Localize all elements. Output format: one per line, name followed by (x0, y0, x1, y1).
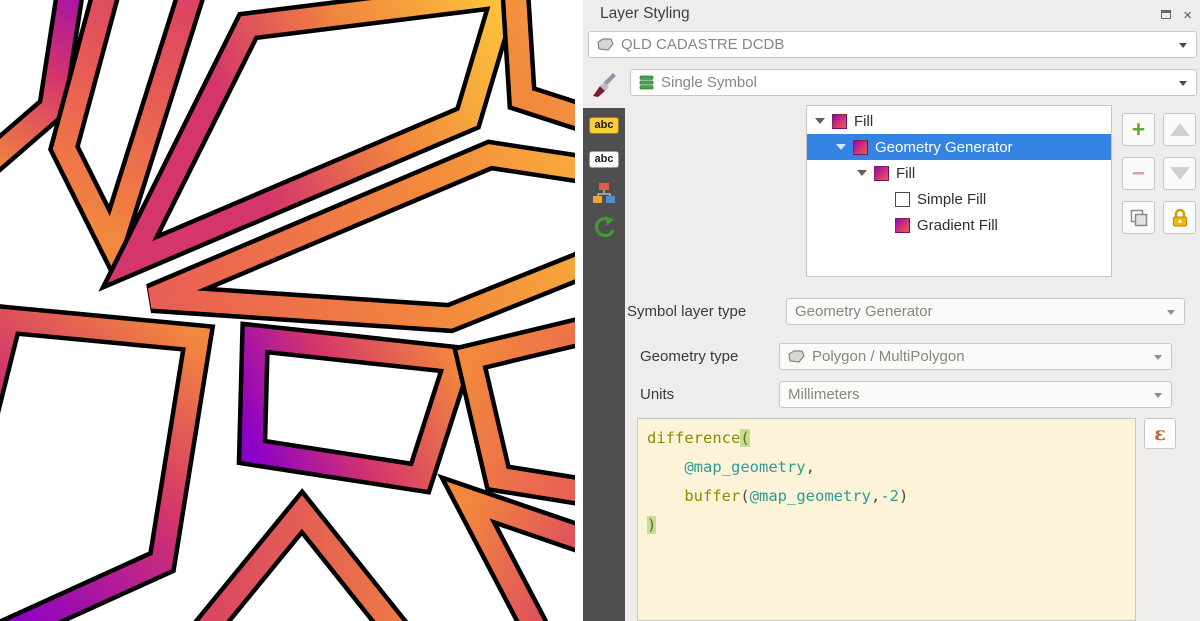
duplicate-symbol-layer-button[interactable] (1122, 201, 1155, 234)
qgis-window: Layer Styling × QLD CADASTRE DCDB (0, 0, 1200, 621)
map-canvas[interactable] (0, 0, 575, 621)
history-arrow-icon (592, 216, 616, 238)
map-svg (0, 0, 575, 621)
code-line: buffer(@map_geometry,-2) (647, 482, 1135, 511)
styling-tabstrip: abc abc (583, 62, 625, 621)
geometry-type-select[interactable]: Polygon / MultiPolygon (779, 343, 1172, 370)
paintbrush-icon (591, 72, 617, 98)
labels-icon: abc (589, 117, 619, 134)
symbol-swatch (874, 166, 889, 181)
dock-buttons: × (1161, 6, 1192, 24)
geometry-type-value: Polygon / MultiPolygon (812, 348, 965, 365)
symbol-swatch (853, 140, 868, 155)
renderer-selector[interactable]: Single Symbol (630, 69, 1197, 96)
tree-item-fill[interactable]: Fill (807, 108, 1111, 134)
tree-item-gradient-fill[interactable]: Gradient Fill (807, 212, 1111, 238)
symbol-tree[interactable]: FillGeometry GeneratorFillSimple FillGra… (806, 105, 1112, 277)
lock-icon (1171, 208, 1189, 228)
symbol-swatch (895, 218, 910, 233)
tree-item-geometry-generator[interactable]: Geometry Generator (807, 134, 1111, 160)
code-line: @map_geometry, (647, 453, 1135, 482)
expander-icon[interactable] (836, 144, 846, 150)
chevron-down-icon (1179, 43, 1187, 48)
remove-symbol-layer-button[interactable]: − (1122, 157, 1155, 190)
renderer-selector-value: Single Symbol (661, 74, 757, 91)
symbol-swatch (895, 192, 910, 207)
code-line: ) (647, 511, 1135, 540)
chevron-down-icon (1154, 355, 1162, 360)
tree-item-label: Simple Fill (917, 191, 986, 208)
single-symbol-icon (639, 75, 654, 90)
expression-editor[interactable]: difference( @map_geometry, buffer(@map_g… (637, 418, 1136, 621)
add-symbol-layer-button[interactable]: + (1122, 113, 1155, 146)
chevron-down-icon (1167, 310, 1175, 315)
tree-item-label: Fill (896, 165, 915, 182)
symbol-layer-type-select[interactable]: Geometry Generator (786, 298, 1185, 325)
tab-masks[interactable]: abc (583, 142, 625, 176)
arrow-down-icon (1170, 167, 1190, 180)
units-select[interactable]: Millimeters (779, 381, 1172, 408)
layer-styling-panel: Layer Styling × QLD CADASTRE DCDB (575, 0, 1200, 621)
tab-diagrams[interactable] (583, 176, 625, 210)
chevron-down-icon (1179, 81, 1187, 86)
close-icon[interactable]: × (1183, 8, 1192, 23)
mask-icon: abc (589, 151, 619, 168)
tab-history[interactable] (583, 210, 625, 244)
arrow-up-icon (1170, 123, 1190, 136)
diagram-icon (592, 182, 616, 204)
expander-icon[interactable] (815, 118, 825, 124)
symbol-layer-type-value: Geometry Generator (795, 303, 933, 320)
panel-title: Layer Styling (600, 5, 690, 23)
units-value: Millimeters (788, 386, 860, 403)
tree-item-label: Gradient Fill (917, 217, 998, 234)
layer-selector-value: QLD CADASTRE DCDB (621, 36, 784, 53)
expression-builder-button[interactable]: ε (1144, 418, 1176, 449)
symbol-swatch (832, 114, 847, 129)
tree-item-simple-fill[interactable]: Simple Fill (807, 186, 1111, 212)
tree-item-fill[interactable]: Fill (807, 160, 1111, 186)
chevron-down-icon (1154, 393, 1162, 398)
move-up-button[interactable] (1163, 113, 1196, 146)
tree-item-label: Fill (854, 113, 873, 130)
layer-selector[interactable]: QLD CADASTRE DCDB (588, 31, 1197, 58)
duplicate-icon (1130, 209, 1148, 227)
code-line: difference( (647, 424, 1135, 453)
units-label: Units (640, 386, 674, 403)
move-down-button[interactable] (1163, 157, 1196, 190)
expander-icon[interactable] (857, 170, 867, 176)
symbol-layer-type-label: Symbol layer type (627, 303, 746, 320)
lock-color-button[interactable] (1163, 201, 1196, 234)
polygon-layer-icon (597, 37, 614, 52)
geometry-type-label: Geometry type (640, 348, 738, 365)
tree-item-label: Geometry Generator (875, 139, 1013, 156)
tab-labels[interactable]: abc (583, 108, 625, 142)
tab-symbology[interactable] (583, 62, 625, 108)
polygon-geometry-icon (788, 349, 805, 364)
undock-icon[interactable] (1161, 6, 1171, 24)
